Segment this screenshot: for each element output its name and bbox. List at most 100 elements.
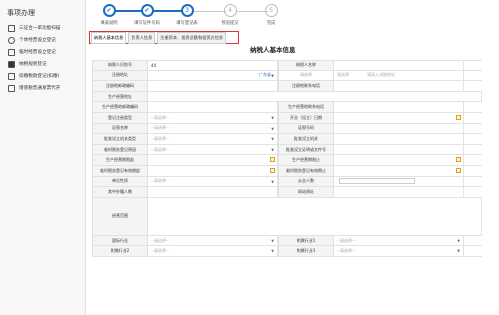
field-label: 国标行业 (92, 235, 148, 246)
address-placeholder: 请录入详细地址 (367, 72, 395, 78)
field-label: 开业（设立）日期 (278, 112, 334, 123)
sub-industry-2-select[interactable]: --请选择-- ▼ (148, 246, 278, 256)
field-label: 从业人数 (278, 176, 334, 187)
employee-count-field[interactable] (334, 176, 464, 187)
calendar-icon[interactable] (270, 167, 275, 173)
national-industry-select[interactable]: --请选择-- ▼ (148, 235, 278, 246)
field-label: 生产经营地联系电话 (278, 102, 334, 112)
opening-date-field[interactable] (334, 112, 464, 123)
form-row: 单位性质 --请选择-- ▼ 从业人数 (92, 176, 482, 188)
tab-basic-info[interactable]: 纳税人基本信息 (91, 31, 127, 44)
unit-nature-select[interactable]: --请选择-- ▼ (148, 176, 278, 187)
sidebar-item-label: 增值税普通发票代开 (19, 86, 61, 91)
reg-phone-field[interactable] (334, 81, 464, 91)
sub-industry-1-select[interactable]: --请选择-- ▼ (334, 235, 464, 246)
field-label: 纳税人名称 (278, 61, 334, 70)
district-address[interactable]: 请选择 请录入详细地址 (334, 70, 464, 81)
step-number: 4 (223, 4, 237, 17)
license-name-select[interactable]: --请选择-- ▼ (148, 123, 278, 134)
sidebar-item-withholding[interactable]: 扣缴税款登记(扣缴) (0, 70, 85, 82)
sidebar-item-invoice[interactable]: 增值税普通发票代开 (0, 82, 85, 94)
temp-valid-end-field[interactable] (334, 165, 464, 176)
sidebar-item-label: 临时经营设立登记 (19, 50, 56, 55)
field-label: 临时税务登记原因 (92, 144, 148, 155)
field-label: 附属行业1 (278, 235, 334, 246)
field-label: 生产经营地址 (92, 91, 148, 102)
step-label: 预览提交 (221, 21, 239, 26)
calendar-icon[interactable] (456, 157, 461, 163)
chevron-down-icon: ▼ (271, 249, 274, 254)
sidebar-title: 事项办理 (7, 9, 35, 17)
taxpayer-name-field[interactable] (334, 61, 464, 70)
field-label: 其中外籍人数 (92, 187, 148, 197)
form-row: 注册地邮政编码 注册地联系电话 (92, 81, 482, 92)
register-icon (8, 48, 15, 56)
field-label: 经营范围 (92, 197, 148, 235)
form-row: 附属行业2 --请选择-- ▼ 附属行业3 --请选择-- ▼ (92, 246, 482, 257)
temp-valid-start-field[interactable] (148, 165, 278, 176)
step-1: ✔ 填表说明 (92, 4, 126, 26)
website-field[interactable] (334, 187, 464, 197)
calendar-icon[interactable] (270, 157, 275, 163)
approval-authority-field[interactable] (334, 134, 464, 144)
city-placeholder: 请选择 (300, 72, 312, 78)
field-label: 附属行业2 (92, 246, 148, 256)
chevron-down-icon: ▼ (457, 249, 460, 254)
field-label: 生产经营期限止 (278, 155, 334, 165)
license-number-field[interactable] (334, 123, 464, 134)
chevron-down-icon: ▼ (271, 73, 274, 78)
sidebar-item-three-in-one[interactable]: 三证合一单功能扫描 (0, 22, 85, 34)
registration-type-select[interactable]: --请选择-- ▼ (148, 112, 278, 123)
biz-postcode-field[interactable] (148, 102, 278, 112)
select-placeholder: --请选择-- (151, 125, 169, 131)
field-label: 证照号码 (278, 123, 334, 134)
province-select[interactable]: 广东省 ▼ (148, 70, 278, 81)
chevron-down-icon: ▼ (271, 238, 274, 243)
select-placeholder: --请选择-- (337, 248, 355, 254)
person-icon (8, 36, 15, 44)
check-icon: ✔ (140, 4, 154, 17)
field-label: 批准设立证明或文件号 (278, 144, 334, 155)
edit-icon (8, 84, 15, 92)
field-label: 生产经营地邮政编码 (92, 102, 148, 112)
sidebar-item-individual[interactable]: 个体经营设立登记 (0, 34, 85, 46)
business-scope-field[interactable] (148, 197, 482, 235)
taxpayer-id-value: 44 (148, 61, 278, 70)
reg-postcode-field[interactable] (148, 81, 278, 91)
city-select[interactable]: 请选择 (278, 70, 334, 81)
sub-industry-3-select[interactable]: --请选择-- ▼ (334, 246, 464, 256)
approval-doc-field[interactable] (334, 144, 464, 155)
biz-phone-field[interactable] (334, 102, 464, 112)
foreign-count-field[interactable] (148, 187, 278, 197)
tab-capital-investment[interactable]: 注册资本、投资总额和投资方信息 (157, 31, 227, 44)
chevron-down-icon: ▼ (271, 147, 274, 152)
calendar-icon[interactable] (456, 167, 461, 173)
employee-count-input[interactable] (339, 178, 415, 185)
sidebar-item-label: 个体经营设立登记 (19, 38, 56, 43)
calendar-icon[interactable] (456, 114, 461, 120)
form-row: 纳税人识别号 44 纳税人名称 (92, 60, 482, 71)
select-placeholder: --请选择-- (151, 135, 169, 141)
form-row: 临时税务登记有效期起 临时税务登记有效期止 (92, 165, 482, 177)
progress-steps: ✔ 填表说明 ✔ 填写证件号码 3 填写登记表 4 预览提交 5 完成 (92, 4, 302, 26)
approval-authority-type-select[interactable]: --请选择-- ▼ (148, 134, 278, 144)
field-label: 临时税务登记有效期止 (278, 165, 334, 176)
step-3: 3 填写登记表 (170, 4, 204, 26)
tab-responsible-person[interactable]: 负责人信息 (128, 31, 156, 44)
people-icon (8, 60, 15, 68)
period-start-field[interactable] (148, 155, 278, 165)
field-label: 纳税人识别号 (92, 61, 148, 70)
field-label: 单位性质 (92, 176, 148, 187)
sidebar-item-tax-rules[interactable]: 纳税规则登记 (0, 58, 85, 70)
document-icon (8, 24, 15, 32)
sidebar-item-temporary[interactable]: 临时经营设立登记 (0, 46, 85, 58)
step-5: 5 完成 (254, 4, 288, 26)
business-address-field[interactable] (148, 91, 482, 102)
form-row: 批准设立机关类型 --请选择-- ▼ 批准设立机关 (92, 134, 482, 145)
field-label: 批准设立机关类型 (92, 134, 148, 144)
chevron-down-icon: ▼ (457, 238, 460, 243)
field-label: 登记注册类型 (92, 112, 148, 123)
step-2: ✔ 填写证件号码 (130, 4, 164, 26)
temp-reason-select[interactable]: --请选择-- ▼ (148, 144, 278, 155)
period-end-field[interactable] (334, 155, 464, 165)
